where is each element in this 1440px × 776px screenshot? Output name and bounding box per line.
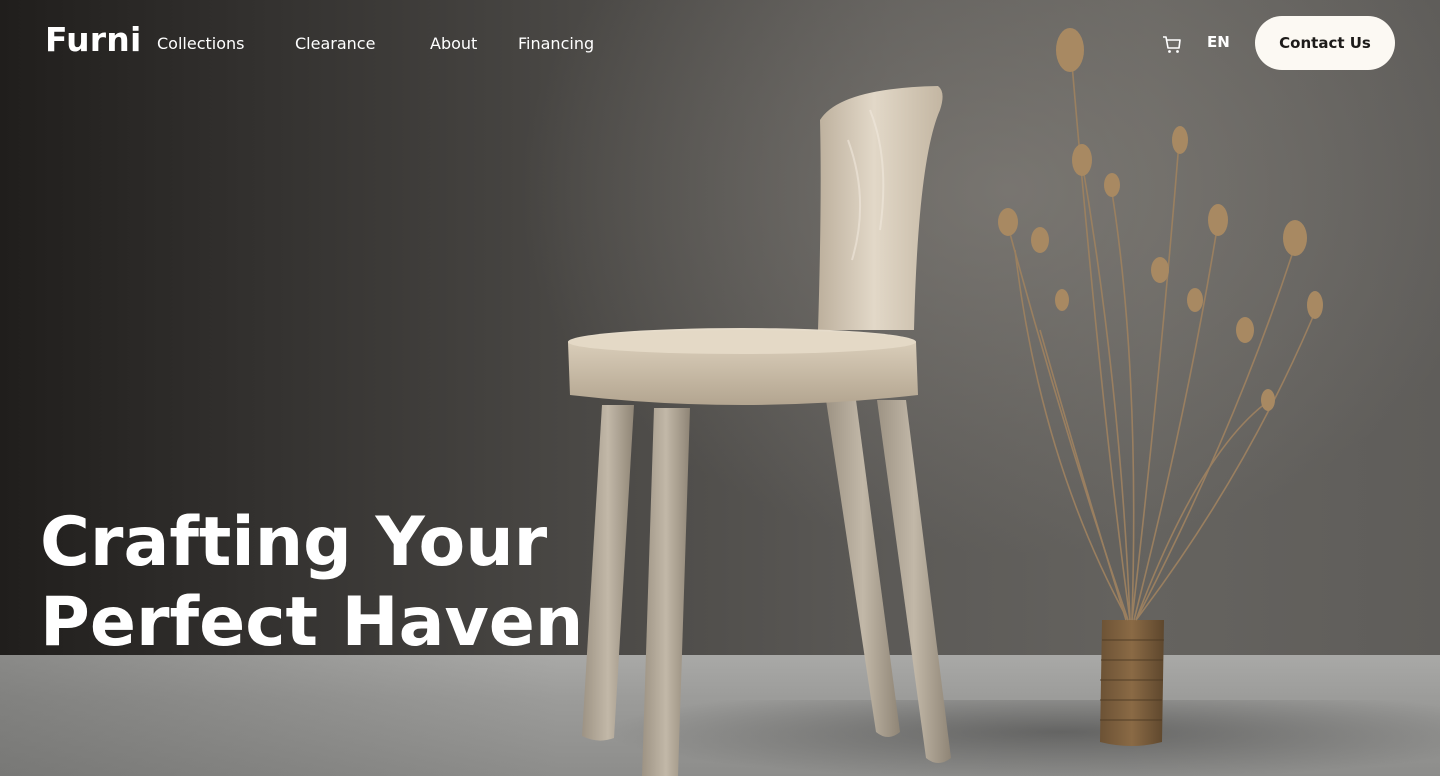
hero-headline: Crafting Your Perfect Haven bbox=[40, 503, 640, 663]
contact-us-button[interactable]: Contact Us bbox=[1255, 16, 1395, 70]
top-navigation: Furni Collections Clearance About Financ… bbox=[0, 0, 1440, 88]
language-selector[interactable]: EN bbox=[1207, 33, 1230, 51]
nav-link-about[interactable]: About bbox=[430, 34, 477, 53]
brand-logo[interactable]: Furni bbox=[45, 20, 141, 59]
nav-link-clearance[interactable]: Clearance bbox=[295, 34, 375, 53]
headline-line-2: Perfect Haven bbox=[40, 583, 584, 662]
nav-link-financing[interactable]: Financing bbox=[518, 34, 594, 53]
nav-link-collections[interactable]: Collections bbox=[157, 34, 244, 53]
hero-section: Furni Collections Clearance About Financ… bbox=[0, 0, 1440, 776]
cart-icon[interactable] bbox=[1161, 33, 1183, 55]
headline-line-1: Crafting Your bbox=[40, 503, 548, 582]
